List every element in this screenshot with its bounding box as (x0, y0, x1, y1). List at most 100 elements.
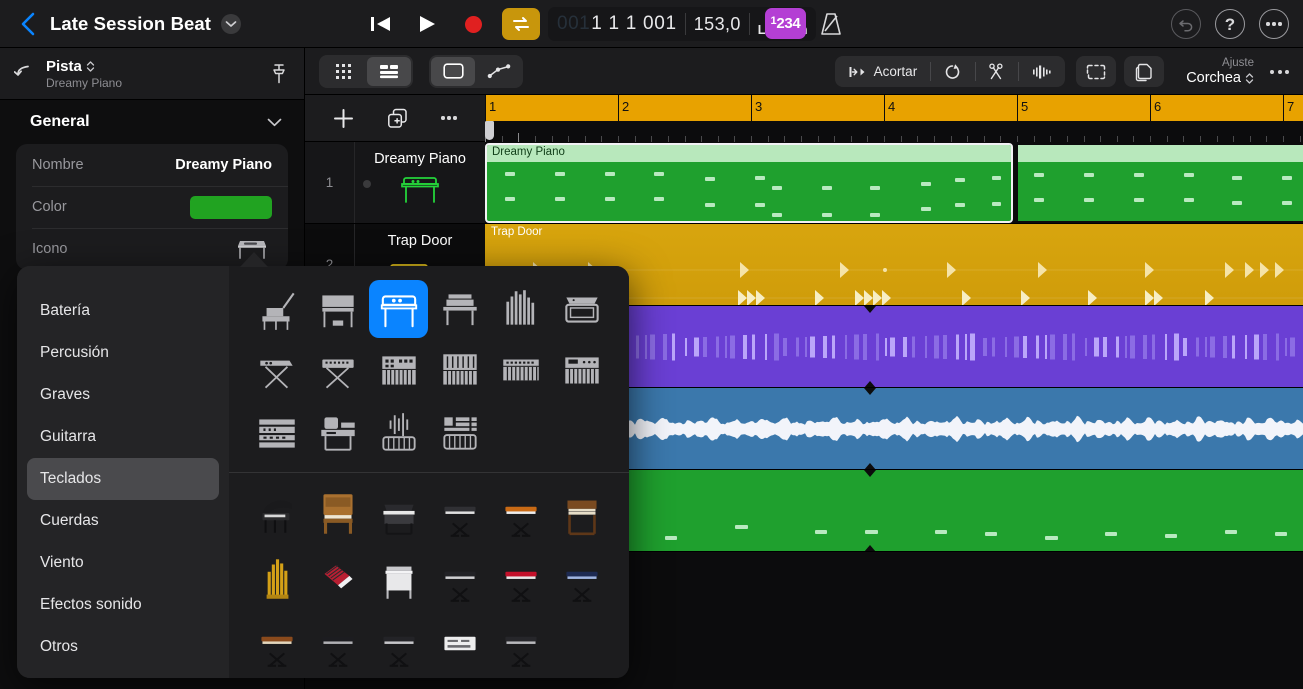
arrow-up-left-icon[interactable] (14, 62, 36, 86)
row-color[interactable]: Color (16, 186, 288, 228)
region-dreamy-piano-2[interactable] (1018, 145, 1303, 221)
pin-icon[interactable] (268, 62, 290, 86)
marquee-select-icon[interactable] (1076, 56, 1116, 87)
category-item-8[interactable]: Otros (27, 626, 219, 668)
plus-icon[interactable] (333, 108, 354, 129)
timeline-ruler[interactable]: 1234567 (485, 95, 1303, 142)
track-header-1[interactable]: 1 Dreamy Piano (305, 142, 485, 224)
category-item-0[interactable]: Batería (27, 290, 219, 332)
back-button[interactable] (18, 11, 38, 37)
chevron-down-icon[interactable] (221, 14, 241, 34)
sampler-keyboard-icon[interactable] (430, 404, 489, 462)
category-label: Guitarra (40, 428, 96, 446)
computer-workstation-icon[interactable] (308, 404, 367, 462)
synth-faders-icon[interactable] (430, 342, 489, 400)
category-item-4[interactable]: Teclados (27, 458, 219, 500)
pipe-organ-icon[interactable] (491, 280, 550, 338)
up-down-chevrons-icon[interactable] (1245, 72, 1254, 85)
scissors-icon[interactable] (975, 56, 1018, 87)
drawbar-organ-stand-icon[interactable] (308, 342, 367, 400)
upright-piano-icon[interactable] (308, 280, 367, 338)
midi-note (1134, 198, 1144, 202)
slim-controller-photo[interactable] (369, 613, 428, 673)
category-item-7[interactable]: Efectos sonido (27, 584, 219, 626)
category-item-1[interactable]: Percusión (27, 332, 219, 374)
split-at-playhead-icon[interactable] (1018, 56, 1065, 87)
red-stage-piano-photo[interactable] (491, 548, 550, 608)
playhead-handle[interactable] (485, 121, 494, 140)
duplicate-icon[interactable] (1124, 56, 1164, 87)
category-item-3[interactable]: Guitarra (27, 416, 219, 458)
duplicate-track-icon[interactable] (387, 108, 408, 129)
synth-pads-icon[interactable] (369, 342, 428, 400)
orange-stage-piano-photo[interactable] (491, 483, 550, 543)
record-icon[interactable] (450, 6, 496, 42)
wood-organ-stand-photo[interactable] (247, 613, 306, 673)
dark-workstation-photo[interactable] (308, 613, 367, 673)
grand-piano-icon[interactable] (247, 280, 306, 338)
blue-synth-photo[interactable] (552, 548, 611, 608)
category-item-6[interactable]: Viento (27, 542, 219, 584)
region-box-icon[interactable] (431, 57, 475, 86)
category-label: Batería (40, 302, 90, 320)
track-lane-1[interactable]: Dreamy Piano (485, 142, 1303, 224)
row-nombre[interactable]: Nombre Dreamy Piano (16, 144, 288, 186)
midi-note (555, 197, 565, 201)
edit-tools-pill: Acortar (835, 56, 1066, 87)
region-fade-marker (864, 545, 876, 552)
midi-note (1045, 536, 1058, 540)
black-keyboard-stand-photo[interactable] (430, 548, 489, 608)
ellipsis-icon[interactable] (1270, 70, 1289, 74)
white-electric-piano-photo[interactable] (369, 548, 428, 608)
rack-synth-icon[interactable] (247, 404, 306, 462)
midi-note (1165, 534, 1177, 538)
count-in-button[interactable]: 11234234 (765, 8, 806, 39)
slim-stage-piano-photo[interactable] (430, 483, 489, 543)
ellipsis-icon[interactable] (1259, 9, 1289, 39)
midi-note (1084, 198, 1094, 202)
category-label: Viento (40, 554, 84, 572)
automation-curve-icon[interactable] (477, 57, 521, 86)
ruler-bar-label: 7 (1283, 95, 1294, 121)
vocoder-keyboard-icon[interactable] (369, 404, 428, 462)
snap-setting[interactable]: Ajuste Corchea (1186, 57, 1254, 87)
region-name (1018, 145, 1303, 162)
general-section-header[interactable]: General (0, 100, 304, 144)
gold-pipe-organ-photo[interactable] (247, 548, 306, 608)
electric-piano-icon[interactable] (552, 280, 611, 338)
wood-organ-photo[interactable] (552, 483, 611, 543)
spinet-piano-icon[interactable] (430, 280, 489, 338)
vintage-rack-photo[interactable] (430, 613, 489, 673)
track-list-icon[interactable] (367, 57, 411, 86)
category-item-2[interactable]: Graves (27, 374, 219, 416)
midi-keyboard-icon[interactable] (491, 342, 550, 400)
region-dreamy-piano[interactable]: Dreamy Piano (485, 143, 1013, 223)
compact-synth-icon[interactable] (552, 342, 611, 400)
wood-upright-piano-photo[interactable] (308, 483, 367, 543)
stage-keyboard-icon[interactable] (247, 342, 306, 400)
black-digital-piano-photo[interactable] (369, 483, 428, 543)
category-label: Efectos sonido (40, 596, 142, 614)
trim-button[interactable]: Acortar (835, 56, 931, 87)
grid-cells-icon[interactable] (321, 57, 365, 86)
color-swatch[interactable] (190, 196, 272, 219)
up-down-chevrons-icon[interactable] (86, 60, 95, 73)
analog-synth-photo[interactable] (491, 613, 550, 673)
rewind-icon[interactable] (358, 6, 404, 42)
undo-icon[interactable] (1171, 9, 1201, 39)
ellipsis-icon[interactable] (441, 116, 456, 119)
grand-piano-photo[interactable] (247, 483, 306, 543)
help-button[interactable]: ? (1215, 9, 1245, 39)
loop-icon[interactable] (930, 56, 975, 87)
red-accordion-photo[interactable] (308, 548, 367, 608)
metronome-icon[interactable] (816, 10, 846, 38)
clavinet-icon[interactable] (398, 172, 442, 206)
record-enable-dot[interactable] (363, 180, 371, 188)
clavinet-icon[interactable] (369, 280, 428, 338)
snap-label: Ajuste (1186, 57, 1254, 70)
top-bar: Late Session Beat 001 1 1 1 001 153,0 4/… (0, 0, 1303, 48)
cycle-icon[interactable] (502, 8, 540, 40)
chevron-down-icon[interactable] (267, 118, 282, 127)
play-icon[interactable] (404, 6, 450, 42)
category-item-5[interactable]: Cuerdas (27, 500, 219, 542)
